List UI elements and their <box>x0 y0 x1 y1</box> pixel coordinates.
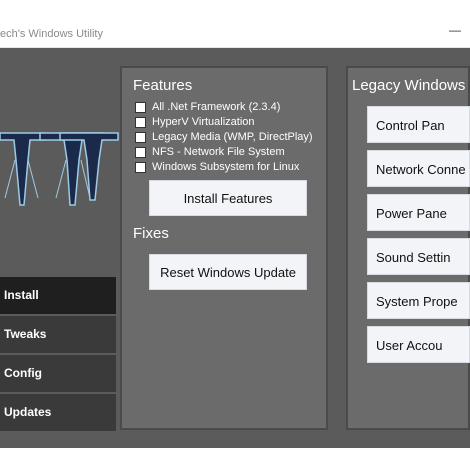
dotnet-checkbox[interactable] <box>135 101 146 113</box>
window-title: ech's Windows Utility <box>0 28 103 40</box>
checkbox-row-hyperv[interactable]: HyperV Virtualization <box>135 115 255 129</box>
network-connections-button[interactable]: Network Conne <box>367 150 470 187</box>
nav-updates[interactable]: Updates <box>0 394 116 431</box>
nav-install[interactable]: Install <box>0 277 116 314</box>
checkbox-row-legacy-media[interactable]: Legacy Media (WMP, DirectPlay) <box>135 130 313 144</box>
install-features-button[interactable]: Install Features <box>149 180 307 216</box>
checkbox-row-wsl[interactable]: Windows Subsystem for Linux <box>135 160 299 174</box>
user-accounts-button[interactable]: User Accou <box>367 326 470 363</box>
control-panel-button[interactable]: Control Pan <box>367 106 470 143</box>
checkbox-label: NFS - Network File System <box>152 146 285 158</box>
legacy-heading: Legacy Windows <box>352 77 466 94</box>
wsl-checkbox[interactable] <box>135 161 146 173</box>
legacy-media-checkbox[interactable] <box>135 131 146 143</box>
nfs-checkbox[interactable] <box>135 146 146 158</box>
hyperv-checkbox[interactable] <box>135 116 146 128</box>
checkbox-label: Legacy Media (WMP, DirectPlay) <box>152 131 313 143</box>
fixes-heading: Fixes <box>133 225 169 242</box>
nav-tweaks[interactable]: Tweaks <box>0 316 116 353</box>
checkbox-label: Windows Subsystem for Linux <box>152 161 300 173</box>
power-panel-button[interactable]: Power Pane <box>367 194 470 231</box>
checkbox-label: HyperV Virtualization <box>152 116 255 128</box>
checkbox-row-nfs[interactable]: NFS - Network File System <box>135 145 285 159</box>
checkbox-label: All .Net Framework (2.3.4) <box>152 101 281 113</box>
app-logo <box>0 132 119 206</box>
reset-windows-update-button[interactable]: Reset Windows Update <box>149 254 307 290</box>
minimize-button[interactable]: — <box>446 22 464 38</box>
features-heading: Features <box>133 77 193 94</box>
window-bottom-edge <box>0 448 470 470</box>
nav-config[interactable]: Config <box>0 355 116 392</box>
title-bar: ech's Windows Utility — <box>0 0 470 48</box>
system-properties-button[interactable]: System Prope <box>367 282 470 319</box>
checkbox-row-dotnet[interactable]: All .Net Framework (2.3.4) <box>135 100 280 114</box>
sound-settings-button[interactable]: Sound Settin <box>367 238 470 275</box>
